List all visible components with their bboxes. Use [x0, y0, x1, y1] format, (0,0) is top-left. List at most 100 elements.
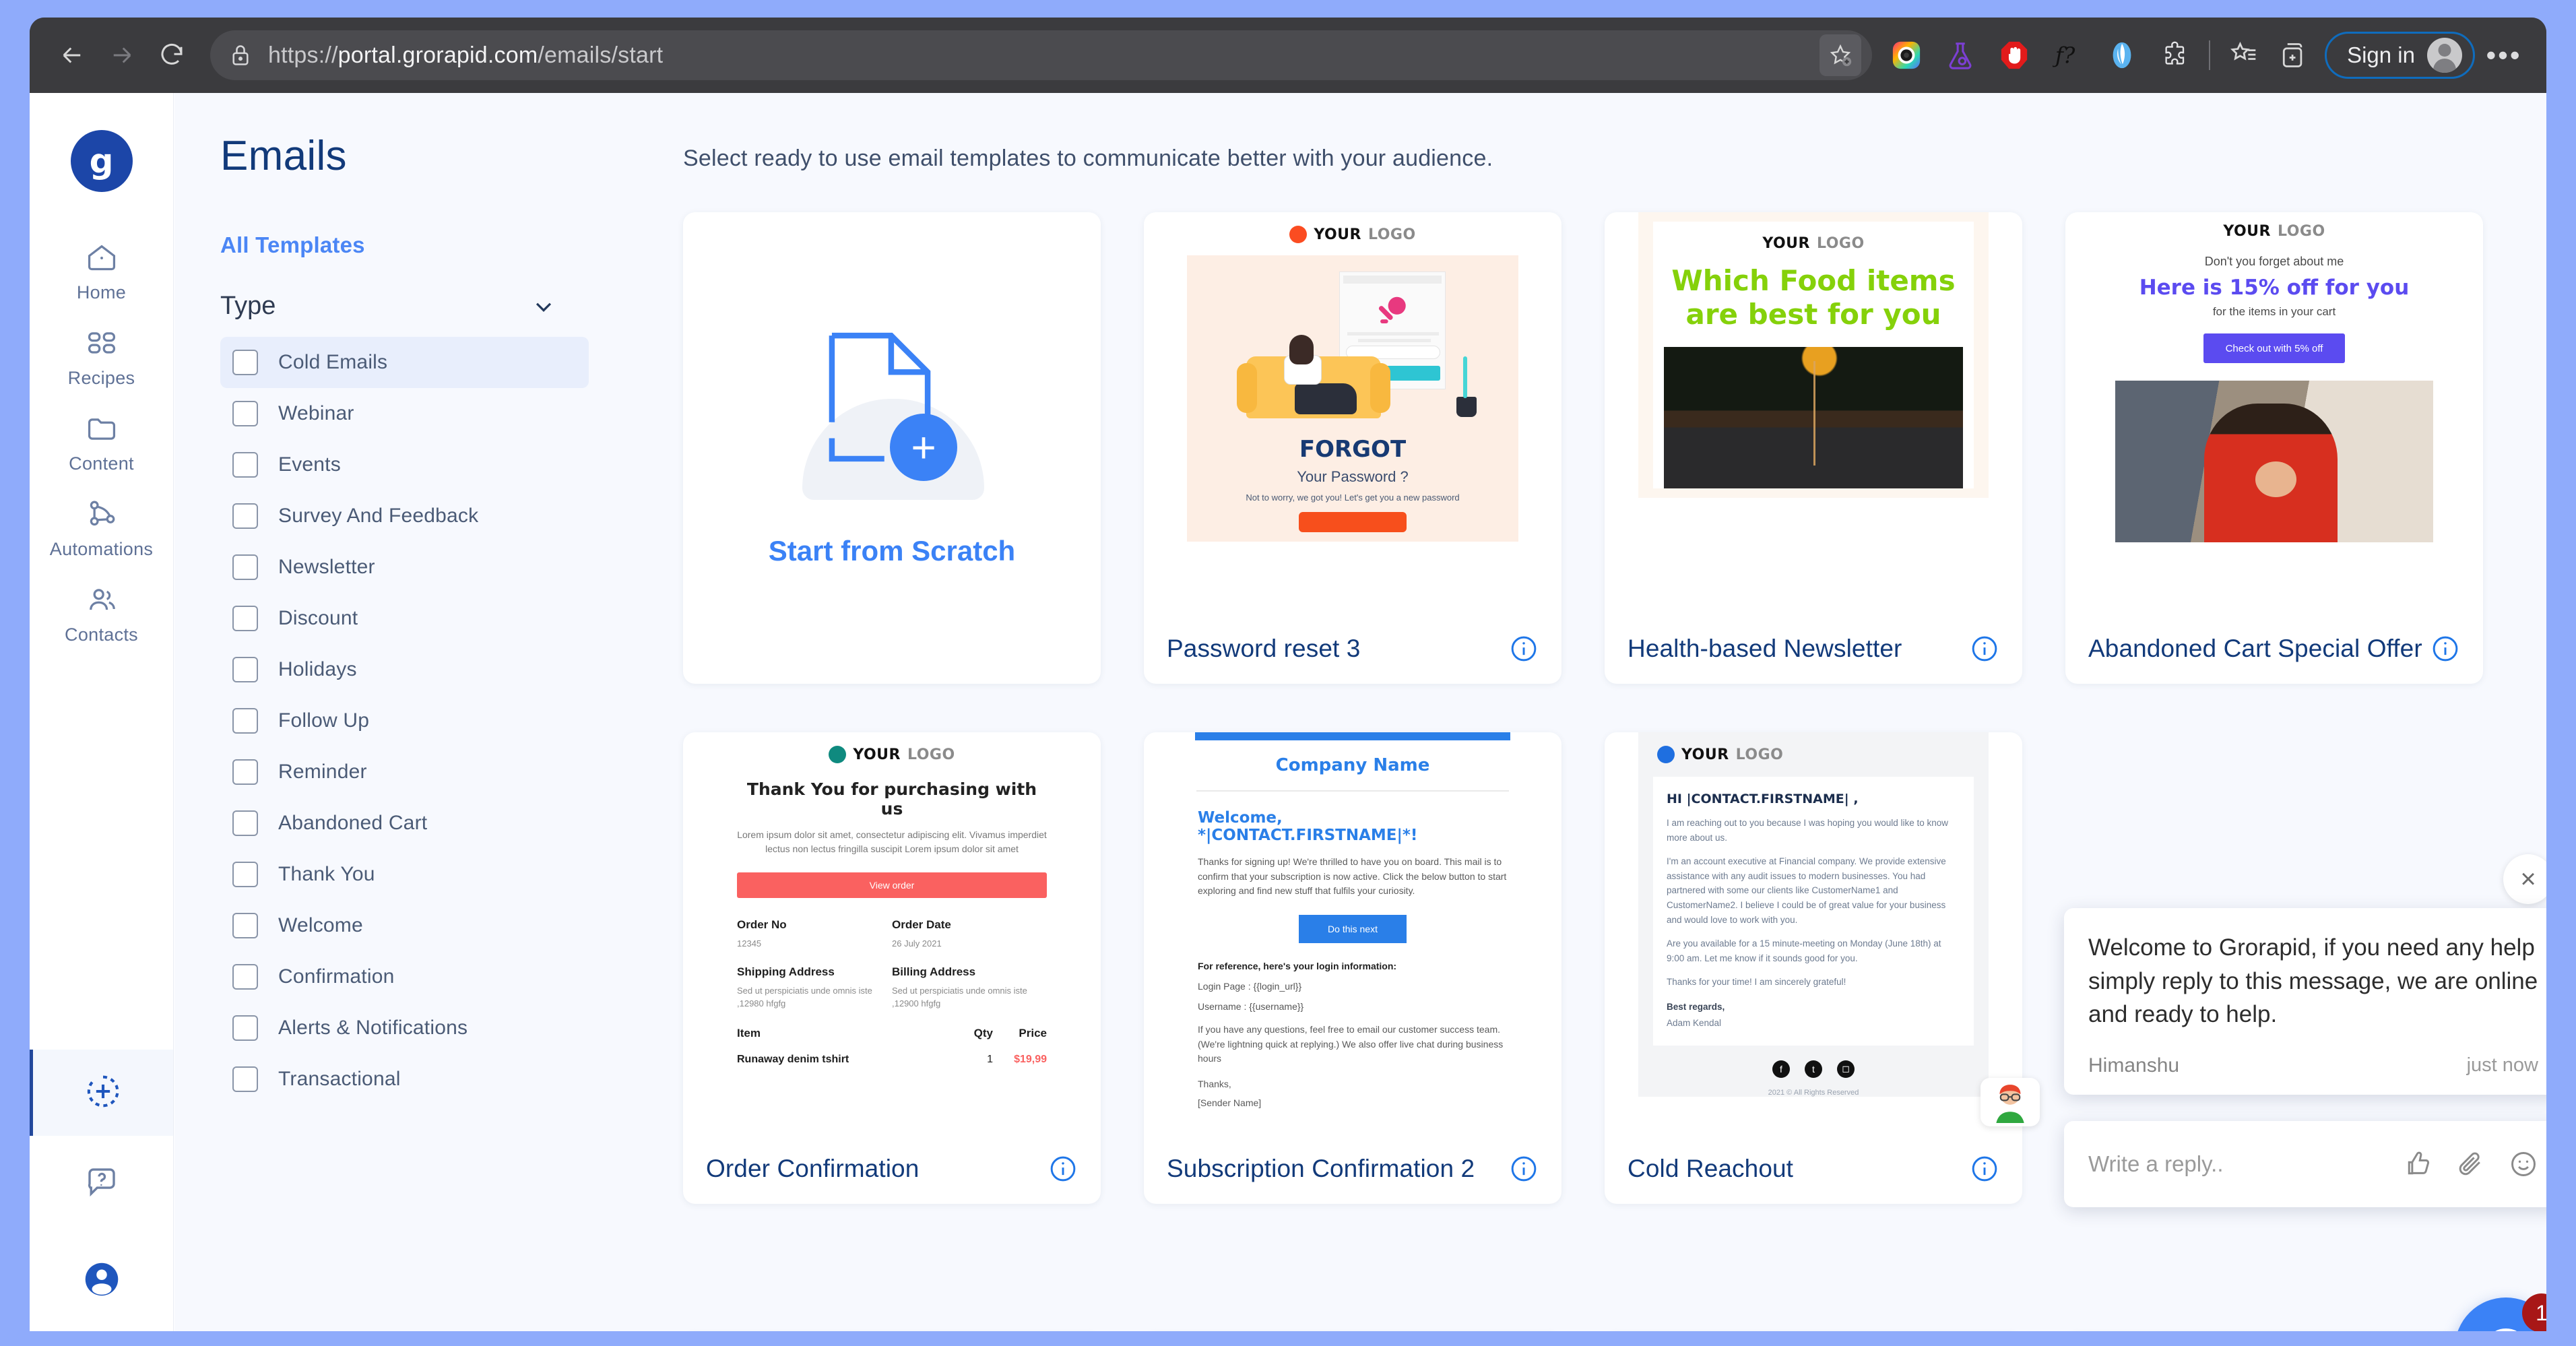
back-button[interactable]	[47, 30, 97, 80]
chat-message-text: Welcome to Grorapid, if you need any hel…	[2088, 931, 2538, 1031]
chat-agent-avatar	[1981, 1078, 2040, 1126]
checkbox[interactable]	[232, 964, 258, 990]
f-question-extension-icon[interactable]: ƒ?	[2043, 30, 2093, 80]
camera-extension-icon[interactable]	[1881, 30, 1931, 80]
checkbox[interactable]	[232, 708, 258, 734]
checkbox[interactable]	[232, 759, 258, 785]
type-filter-option[interactable]: Holidays	[220, 644, 589, 695]
type-filter-option[interactable]: Thank You	[220, 849, 589, 900]
attachment-icon[interactable]	[2456, 1149, 2486, 1179]
template-card[interactable]: YOURLOGO HI |CONTACT.FIRSTNAME| , I am r…	[1605, 732, 2022, 1204]
type-filter-option[interactable]: Survey And Feedback	[220, 490, 589, 542]
chat-popup: × Welcome to Grorapid, if you need any h…	[2064, 908, 2546, 1205]
type-filter-header[interactable]: Type	[220, 292, 589, 321]
info-icon[interactable]	[1048, 1154, 1078, 1184]
emoji-icon[interactable]	[2509, 1149, 2538, 1179]
sidebar-item-recipes[interactable]: Recipes	[30, 313, 173, 398]
card-footer: Order Confirmation	[683, 1134, 1101, 1204]
sidebar-item-automations[interactable]: Automations	[30, 484, 173, 569]
help-button[interactable]	[84, 1136, 120, 1230]
template-card[interactable]: YOURLOGO Don't you forget about me Here …	[2065, 212, 2483, 684]
start-from-scratch-card[interactable]: + Start from Scratch	[683, 212, 1101, 684]
sign-in-button[interactable]: Sign in	[2325, 32, 2475, 79]
checkbox[interactable]	[232, 657, 258, 682]
checkbox[interactable]	[232, 810, 258, 836]
type-filter-option[interactable]: Abandoned Cart	[220, 798, 589, 849]
thumb-signoff: Best regards,	[1667, 1002, 1960, 1012]
help-icon	[84, 1163, 120, 1203]
info-icon[interactable]	[2430, 634, 2460, 664]
type-filter-option[interactable]: Follow Up	[220, 695, 589, 746]
sidebar-item-contacts[interactable]: Contacts	[30, 569, 173, 655]
browser-menu-button[interactable]: •••	[2479, 30, 2529, 80]
checkbox[interactable]	[232, 913, 258, 938]
username-row: Username : {{username}}	[1198, 1001, 1508, 1012]
checkbox[interactable]	[232, 554, 258, 580]
all-templates-link[interactable]: All Templates	[220, 232, 589, 258]
thumb-cta	[1299, 512, 1407, 532]
collections-icon[interactable]	[2218, 30, 2268, 80]
template-card[interactable]: Company Name Welcome, *|CONTACT.FIRSTNAM…	[1144, 732, 1561, 1204]
flask-extension-icon[interactable]	[1935, 30, 1985, 80]
checkbox[interactable]	[232, 452, 258, 478]
checkbox[interactable]	[232, 401, 258, 426]
add-favorite-button[interactable]	[1820, 34, 1861, 76]
login-page-row: Login Page : {{login_url}}	[1198, 981, 1508, 992]
sidebar-item-home[interactable]: Home	[30, 227, 173, 313]
address-bar[interactable]: https://portal.grorapid.com/emails/start	[210, 30, 1872, 80]
facebook-icon: f	[1772, 1060, 1790, 1078]
nodes-icon	[84, 497, 119, 532]
type-filter-label: Events	[278, 453, 341, 476]
info-icon[interactable]	[1970, 634, 1999, 664]
type-filter-option[interactable]: Cold Emails	[220, 337, 589, 388]
type-filter-option[interactable]: Newsletter	[220, 542, 589, 593]
checkbox[interactable]	[232, 862, 258, 887]
type-filter-option[interactable]: Transactional	[220, 1054, 589, 1105]
type-filter-option[interactable]: Discount	[220, 593, 589, 644]
type-filter-option[interactable]: Alerts & Notifications	[220, 1002, 589, 1054]
thumb-title: Which Food items are best for you	[1664, 264, 1963, 332]
checkbox[interactable]	[232, 503, 258, 529]
yourlogo-brand: YOURLOGO	[1653, 746, 1974, 763]
billing-label: Billing Address	[892, 965, 1047, 979]
create-new-button[interactable]	[30, 1050, 173, 1136]
template-name: Password reset 3	[1167, 635, 1360, 663]
twitter-icon: t	[1805, 1060, 1822, 1078]
type-filter-option[interactable]: Welcome	[220, 900, 589, 951]
account-button[interactable]	[81, 1230, 123, 1331]
close-icon[interactable]: ×	[2503, 854, 2546, 904]
folder-icon	[84, 412, 119, 447]
type-filter-option[interactable]: Events	[220, 439, 589, 490]
thumbs-up-icon[interactable]	[2404, 1149, 2433, 1179]
checkbox[interactable]	[232, 1015, 258, 1041]
main-subtitle: Select ready to use email templates to c…	[683, 146, 2546, 172]
puzzle-extension-icon[interactable]	[2151, 30, 2201, 80]
checkbox[interactable]	[232, 350, 258, 375]
thumb-thanks: Thanks,	[1198, 1077, 1508, 1092]
template-card[interactable]: YOURLOGO Thank You for purchasing with u…	[683, 732, 1101, 1204]
sidebar-item-label: Home	[77, 282, 126, 303]
forward-button[interactable]	[97, 30, 147, 80]
browser-window: https://portal.grorapid.com/emails/start	[30, 18, 2546, 1331]
type-filter-option[interactable]: Webinar	[220, 388, 589, 439]
type-filter-label: Welcome	[278, 914, 363, 937]
template-card[interactable]: YOURLOGO	[1144, 212, 1561, 684]
chat-reply-bar[interactable]: Write a reply..	[2064, 1121, 2546, 1207]
info-icon[interactable]	[1970, 1154, 1999, 1184]
chat-author: Himanshu	[2088, 1054, 2179, 1077]
stop-hand-extension-icon[interactable]	[1989, 30, 2039, 80]
reload-button[interactable]	[147, 30, 197, 80]
info-icon[interactable]	[1509, 1154, 1539, 1184]
checkbox[interactable]	[232, 1066, 258, 1092]
type-filter-option[interactable]: Reminder	[220, 746, 589, 798]
info-icon[interactable]	[1509, 634, 1539, 664]
sidebar-item-content[interactable]: Content	[30, 398, 173, 484]
template-name: Cold Reachout	[1628, 1155, 1793, 1183]
browser-essentials-icon[interactable]	[2268, 30, 2318, 80]
type-filter-option[interactable]: Confirmation	[220, 951, 589, 1002]
feather-extension-icon[interactable]	[2097, 30, 2147, 80]
brand-logo[interactable]: g	[71, 130, 133, 192]
checkbox[interactable]	[232, 606, 258, 631]
grid-icon	[84, 326, 119, 361]
template-card[interactable]: YOURLOGO Which Food items are best for y…	[1605, 212, 2022, 684]
